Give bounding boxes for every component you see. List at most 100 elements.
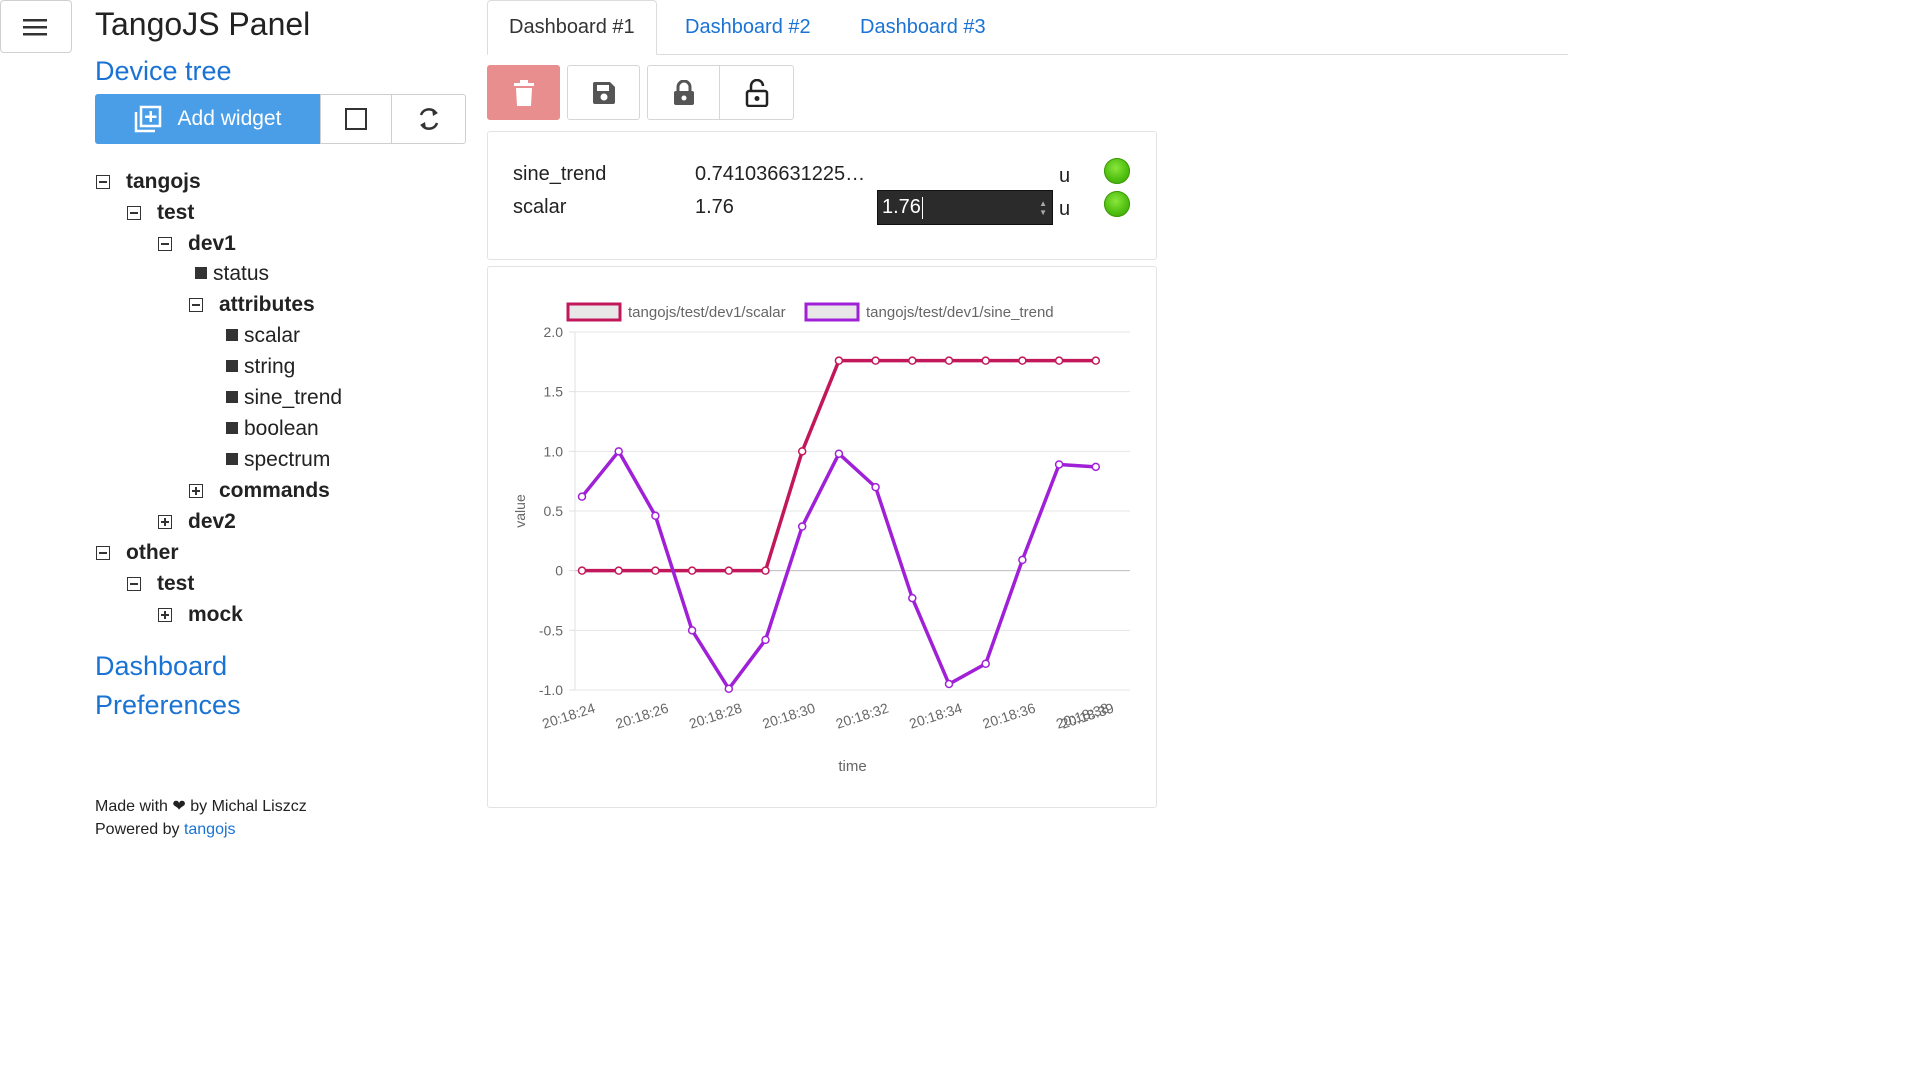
leaf-icon [226,390,238,403]
data-point [981,659,990,668]
tree-node-tangojs[interactable]: tangojs [96,168,201,196]
data-point [761,635,770,645]
legend-label: tangojs/test/dev1/scalar [628,304,786,321]
add-widget-icon [134,105,161,133]
x-tick-label: 20:18:30 [760,700,817,732]
data-point [651,511,660,521]
tree-node-dev1[interactable]: dev1 [158,230,236,258]
delete-button[interactable] [487,65,560,120]
x-tick-label: 20:18:24 [540,700,597,732]
data-point [761,566,770,575]
tree-node-attributes[interactable]: attributes [189,291,315,319]
tree-leaf-spectrum[interactable]: spectrum [226,446,330,474]
data-point [1054,356,1064,365]
attr-unit-scalar: u [1059,198,1071,220]
data-point [577,492,587,501]
tab-dashboard-1[interactable]: Dashboard #1 [487,0,657,55]
leaf-icon [226,421,238,434]
scalar-input-value: 1.76 [882,196,921,218]
select-mode-button[interactable] [320,94,392,144]
add-widget-button[interactable]: Add widget [95,94,320,144]
data-point [834,449,844,458]
expand-icon[interactable] [158,608,172,622]
x-tick-label: 20:18:32 [834,700,891,732]
data-point [724,566,734,575]
tree-node-label: other [126,541,179,564]
collapse-icon[interactable] [158,237,172,251]
tree-node-label: test [157,201,195,224]
spinner-arrows-icon[interactable]: ▲ ▼ [1039,199,1047,217]
data-point [1018,356,1027,365]
attr-value-sine-trend: 0.741036631225… [695,163,866,185]
lock-button[interactable] [647,65,720,120]
hamburger-icon [23,18,47,35]
collapse-icon[interactable] [127,206,141,220]
tree-node-label: tangojs [126,170,201,193]
tree-node-label: mock [188,603,243,626]
y-tick-label: 1.5 [544,384,564,400]
status-led-scalar [1104,191,1130,217]
data-point [834,356,844,365]
save-button[interactable] [567,65,640,120]
leaf-icon [226,452,238,465]
collapse-icon[interactable] [189,298,203,312]
tree-leaf-label: sine_trend [244,386,343,409]
tree-leaf-label: boolean [244,417,319,440]
unlock-icon [745,78,768,107]
attr-name-sine-trend: sine_trend [513,163,607,185]
preferences-link[interactable]: Preferences [95,690,241,721]
tree-node-dev2[interactable]: dev2 [158,508,236,536]
tree-leaf-status[interactable]: status [195,260,269,288]
dashboard-link[interactable]: Dashboard [95,651,227,682]
footer-powered: Powered by tangojs [95,821,236,839]
checkbox-icon [345,108,367,130]
text-caret [921,196,924,219]
collapse-icon[interactable] [127,577,141,591]
device-tree-link[interactable]: Device tree [95,56,232,87]
tree-leaf-string[interactable]: string [226,353,295,381]
scalar-write-input[interactable]: 1.76 ▲ ▼ [877,190,1053,225]
legend-swatch [804,302,860,322]
data-point [1091,462,1101,472]
data-point [651,566,660,575]
collapse-icon[interactable] [96,546,110,560]
collapse-icon[interactable] [96,175,110,189]
expand-icon[interactable] [189,484,203,498]
tree-node-other[interactable]: other [96,539,179,567]
x-tick-label: 20:18:26 [614,700,671,732]
tree-node-label: test [157,572,195,595]
attr-unit-sine-trend: u [1059,165,1071,187]
y-tick-label: 1.0 [544,443,564,459]
refresh-icon [419,108,438,130]
menu-toggle-button[interactable] [0,0,72,53]
tree-node-label: commands [219,479,330,502]
data-point [1018,555,1027,565]
app-title: TangoJS Panel [95,6,311,42]
data-point [797,447,807,456]
add-widget-label: Add widget [177,107,282,130]
lock-icon [673,79,694,105]
tangojs-link[interactable]: tangojs [184,821,236,838]
tab-dashboard-3[interactable]: Dashboard #3 [860,0,986,55]
tree-node-other-test[interactable]: test [127,570,194,598]
expand-icon[interactable] [158,515,172,529]
legend-swatch [566,302,622,322]
tree-node-commands[interactable]: commands [189,477,330,505]
status-led-sine-trend [1104,158,1130,184]
tree-leaf-scalar[interactable]: scalar [226,322,300,350]
refresh-button[interactable] [392,94,466,144]
tree-leaf-boolean[interactable]: boolean [226,415,319,443]
x-tick-label: 20:18:39 [1059,700,1116,732]
tab-dashboard-2[interactable]: Dashboard #2 [685,0,811,55]
leaf-icon [195,266,207,279]
y-tick-label: -0.5 [539,622,563,638]
tree-node-test[interactable]: test [127,199,194,227]
tree-leaf-sine-trend[interactable]: sine_trend [226,384,342,412]
save-icon [592,81,615,104]
unlock-button[interactable] [719,65,794,120]
attr-name-scalar: scalar [513,196,567,218]
widget-button-group: Add widget [95,94,466,144]
trend-chart: 2.0 1.5 1.0 0.5 0 -0.5 -1.0 20:18:24 20:18:26 20:… [512,302,1130,775]
leaf-icon [226,328,238,341]
tree-node-mock[interactable]: mock [158,601,243,629]
